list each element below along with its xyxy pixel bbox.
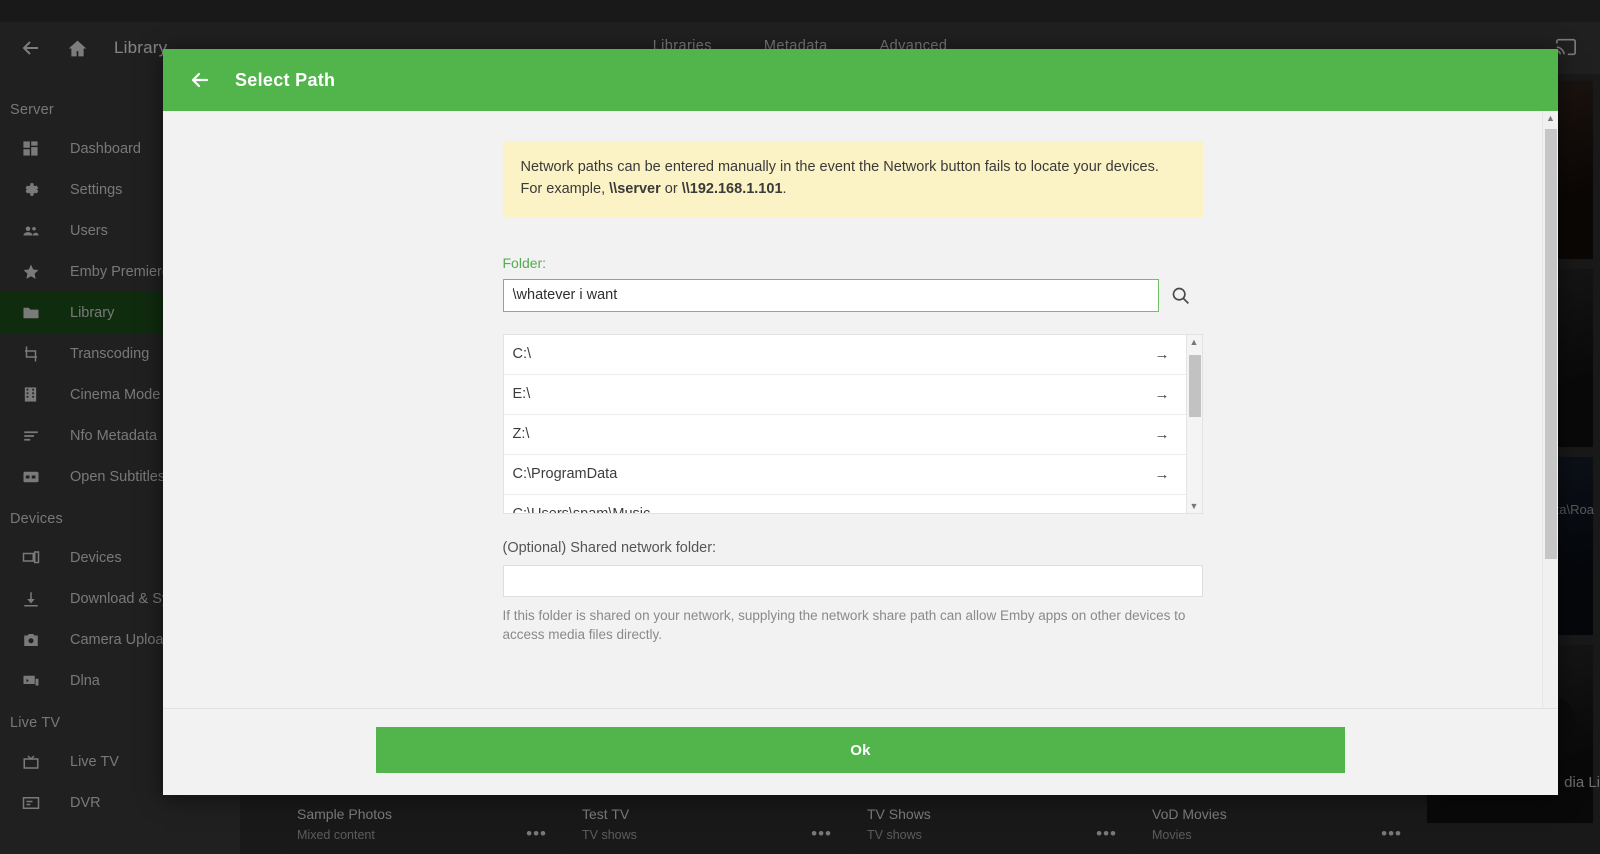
library-card-subtitle: TV shows — [582, 828, 637, 842]
transcode-icon — [22, 345, 48, 363]
scrollbar-thumb[interactable] — [1188, 354, 1201, 417]
notice-example-ip: \\192.168.1.101 — [681, 180, 783, 197]
folder-list-item-path: C:\ProgramData — [512, 466, 618, 482]
scroll-down-icon[interactable]: ▼ — [1187, 499, 1202, 513]
sidebar-item-label: Devices — [70, 549, 122, 566]
folder-icon — [22, 304, 48, 322]
sidebar-item-label: Nfo Metadata — [70, 427, 158, 444]
dialog-title: Select Path — [235, 69, 336, 90]
home-icon[interactable] — [54, 25, 100, 71]
dashboard-icon — [22, 140, 48, 157]
sidebar-item-label: Users — [70, 222, 108, 239]
folder-list-container: C:\ → E:\ → Z:\ → C:\ProgramData → ▲ ▼ — [502, 333, 1203, 514]
scroll-up-icon[interactable]: ▲ — [1543, 111, 1558, 125]
folder-list-item-path: E:\ — [512, 386, 531, 402]
library-card[interactable]: Test TV TV shows ••• — [565, 798, 850, 854]
folder-list-item[interactable]: C:\ProgramData → — [503, 454, 1186, 495]
dlna-icon — [22, 672, 48, 690]
library-card-title: VoD Movies — [1152, 806, 1227, 822]
sidebar-item-label: Dashboard — [70, 140, 141, 157]
library-card-title: Test TV — [582, 806, 630, 822]
library-card-subtitle: Mixed content — [297, 828, 375, 842]
dialog-footer: Ok — [163, 708, 1558, 795]
notice-text-after: . — [782, 180, 787, 197]
library-card-title: TV Shows — [867, 806, 931, 822]
sidebar-item-label: Dlna — [70, 672, 100, 689]
dialog-back-button[interactable] — [179, 59, 221, 101]
library-card-subtitle: Movies — [1152, 828, 1192, 842]
library-card[interactable]: VoD Movies Movies ••• — [1135, 798, 1420, 854]
arrow-right-icon: → — [1154, 385, 1170, 403]
lines-icon — [22, 427, 48, 445]
camera-icon — [22, 631, 48, 649]
select-path-dialog: Select Path Network paths can be entered… — [163, 49, 1558, 795]
gear-icon — [22, 181, 48, 198]
folder-path-input[interactable] — [502, 278, 1159, 312]
sidebar-item-label: Settings — [70, 181, 123, 198]
library-card-row: Sample Photos Mixed content ••• Test TV … — [280, 798, 1420, 854]
folder-list: C:\ → E:\ → Z:\ → C:\ProgramData → — [503, 334, 1186, 513]
shared-folder-input[interactable] — [502, 564, 1203, 597]
arrow-right-icon: → — [1154, 425, 1170, 443]
library-card-subtitle: TV shows — [867, 828, 922, 842]
sidebar-item-label: DVR — [70, 794, 101, 811]
folder-list-item[interactable]: Z:\ → — [503, 414, 1186, 455]
folder-list-item[interactable]: C:\ → — [503, 334, 1186, 375]
folder-list-item-path: C:\Users\spam\Music — [513, 506, 651, 513]
folder-field-label: Folder: — [502, 254, 547, 271]
folder-list-item[interactable]: C:\Users\spam\Music → — [503, 494, 1186, 513]
overflow-menu-icon[interactable]: ••• — [1381, 825, 1402, 842]
sidebar-item-label: Open Subtitles — [70, 468, 166, 485]
livetv-icon — [22, 753, 48, 771]
folder-list-item-path: C:\ — [512, 346, 532, 362]
back-button[interactable] — [8, 25, 54, 71]
library-card[interactable]: Sample Photos Mixed content ••• — [280, 798, 565, 854]
sidebar-item-label: Transcoding — [70, 345, 150, 362]
ok-button[interactable]: Ok — [376, 727, 1345, 773]
scroll-up-icon[interactable]: ▲ — [1187, 335, 1202, 349]
dialog-body: Network paths can be entered manually in… — [163, 111, 1558, 708]
sidebar-item-label: Camera Upload — [70, 631, 172, 648]
notice-example-server: \\server — [609, 180, 661, 197]
page-title: Library — [114, 38, 168, 57]
folder-list-item-path: Z:\ — [512, 426, 530, 442]
notice-text-middle: or — [660, 180, 682, 197]
users-icon — [22, 222, 48, 240]
arrow-right-icon: → — [1155, 506, 1170, 513]
sidebar-item-label: Live TV — [70, 753, 119, 770]
dialog-header: Select Path — [163, 49, 1558, 111]
library-card-title: Sample Photos — [297, 806, 392, 822]
overflow-menu-icon[interactable]: ••• — [811, 825, 832, 842]
sidebar-item-label: Cinema Mode — [70, 386, 161, 403]
film-icon — [22, 386, 48, 403]
download-icon — [22, 590, 48, 608]
shared-folder-label: (Optional) Shared network folder: — [502, 539, 717, 556]
network-path-notice: Network paths can be entered manually in… — [502, 141, 1203, 217]
overflow-menu-icon[interactable]: ••• — [526, 825, 547, 842]
arrow-right-icon: → — [1154, 345, 1170, 363]
shared-folder-help-text: If this folder is shared on your network… — [502, 607, 1186, 643]
search-icon — [1170, 285, 1191, 306]
arrow-right-icon: → — [1154, 465, 1170, 483]
folder-list-item[interactable]: E:\ → — [503, 374, 1186, 415]
scrollbar-thumb[interactable] — [1545, 129, 1557, 559]
sidebar-item-label: Library — [70, 304, 115, 321]
devices-icon — [22, 549, 48, 567]
overflow-menu-icon[interactable]: ••• — [1096, 825, 1117, 842]
dialog-scrollbar[interactable]: ▲ — [1542, 111, 1558, 708]
dvr-icon — [22, 794, 48, 812]
subtitles-icon — [22, 468, 48, 486]
star-icon — [22, 263, 48, 281]
library-card[interactable]: TV Shows TV shows ••• — [850, 798, 1135, 854]
sidebar-item-label: Emby Premiere — [70, 263, 170, 280]
folder-field-row — [502, 278, 1203, 312]
search-button[interactable] — [1159, 279, 1203, 312]
add-media-library-label: dia Li — [1564, 774, 1600, 791]
folder-list-scrollbar[interactable]: ▲ ▼ — [1185, 334, 1202, 513]
